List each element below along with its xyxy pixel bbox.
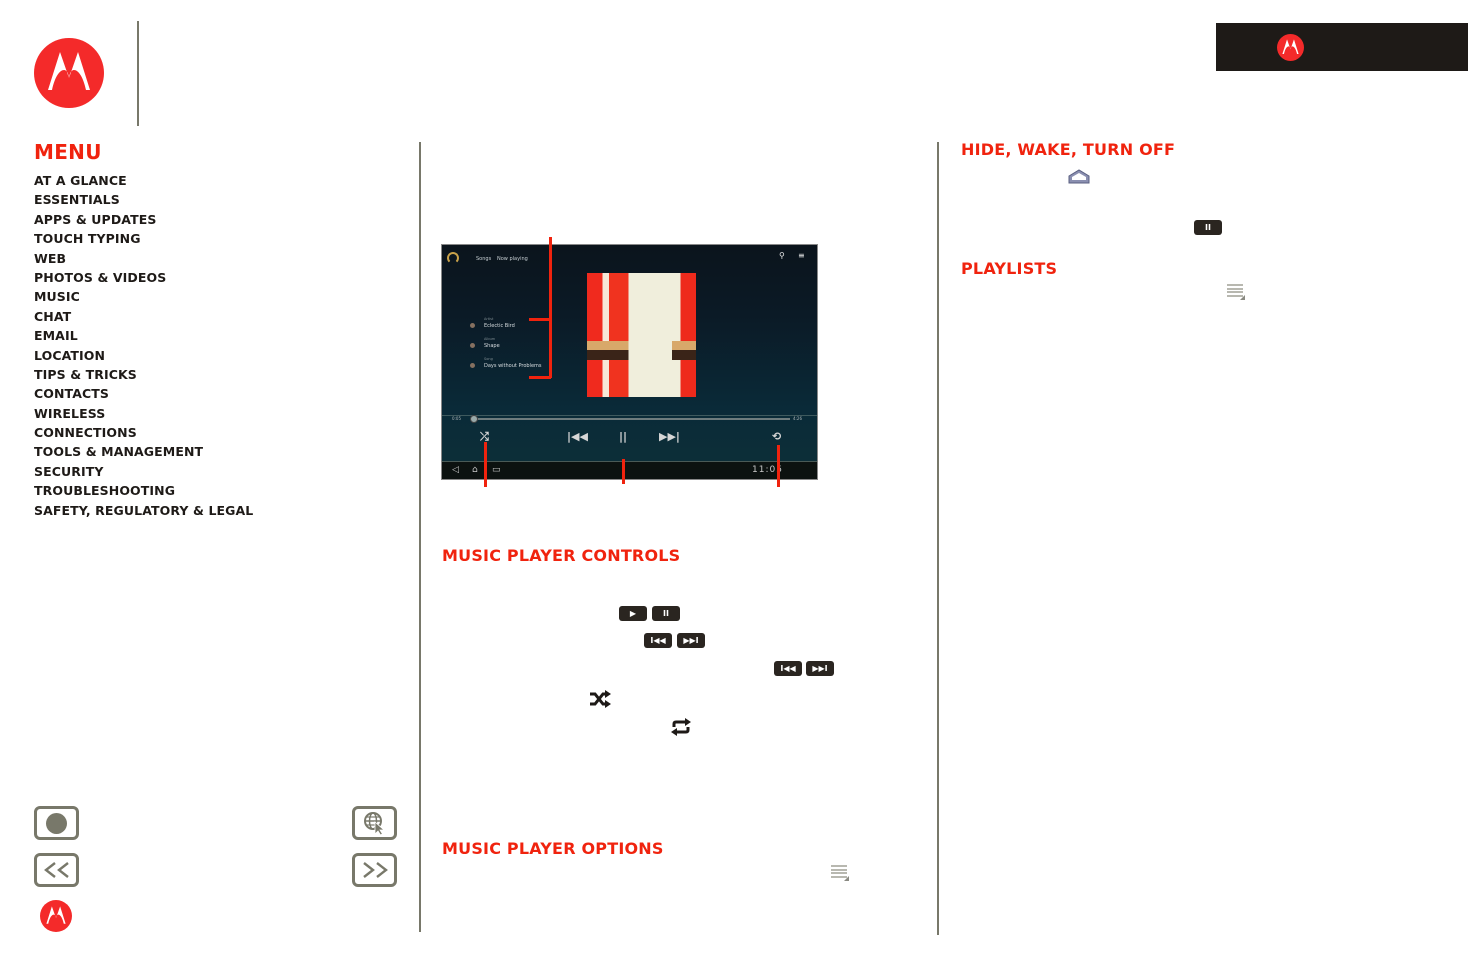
track-song: Song Days without Problems — [470, 357, 542, 369]
device-back-icon: ◁ — [452, 465, 459, 475]
menu-item-wireless[interactable]: WIRELESS — [34, 405, 253, 424]
menu-list: AT A GLANCE ESSENTIALS APPS & UPDATES TO… — [34, 172, 253, 521]
menu-item-at-a-glance[interactable]: AT A GLANCE — [34, 172, 253, 191]
menu-item-chat[interactable]: CHAT — [34, 308, 253, 327]
song-icon — [470, 363, 475, 368]
tab-songs: Songs — [476, 256, 492, 262]
pause-button-icon: II — [1194, 220, 1222, 235]
track-title: Shape — [484, 343, 500, 349]
double-chevron-left-icon — [43, 862, 69, 878]
menu-item-location[interactable]: LOCATION — [34, 347, 253, 366]
section-title-controls: MUSIC PLAYER CONTROLS — [442, 546, 681, 565]
menu-item-tips-tricks[interactable]: TIPS & TRICKS — [34, 366, 253, 385]
seek-divider — [442, 415, 817, 416]
menu-item-essentials[interactable]: ESSENTIALS — [34, 191, 253, 210]
track-album: Album Shape — [470, 337, 500, 349]
record-icon — [46, 812, 67, 834]
pause-icon: || — [619, 430, 628, 443]
device-recent-apps-icon: ▭ — [492, 465, 501, 475]
callout-line-repeat — [777, 445, 780, 487]
next-button-icon: ▶▶I — [677, 633, 705, 648]
callout-line-shuffle — [484, 442, 487, 487]
motorola-m-icon — [48, 52, 90, 90]
next-button-icon: ▶▶I — [806, 661, 834, 676]
record-button[interactable] — [34, 806, 79, 840]
music-player-screenshot: Songs Now playing ⚲ ≡ Artist Eclectic Bi… — [441, 244, 818, 480]
web-support-button[interactable] — [352, 806, 397, 840]
headphones-icon — [447, 252, 459, 264]
menu-item-connections[interactable]: CONNECTIONS — [34, 424, 253, 443]
header-divider — [137, 21, 139, 126]
menu-item-tools-management[interactable]: TOOLS & MANAGEMENT — [34, 443, 253, 462]
callout-line-nav — [622, 459, 625, 484]
repeat-icon — [671, 718, 691, 736]
menu-item-touch-typing[interactable]: TOUCH TYPING — [34, 230, 253, 249]
track-title: Eclectic Bird — [484, 323, 515, 329]
section-title-hide-wake: HIDE, WAKE, TURN OFF — [961, 140, 1176, 159]
column-divider-left — [419, 142, 421, 932]
track-artist: Artist Eclectic Bird — [470, 317, 515, 329]
pause-button-icon: II — [652, 606, 680, 621]
menu-item-safety-regulatory-legal[interactable]: SAFETY, REGULATORY & LEGAL — [34, 502, 253, 521]
callout-line-tracks — [549, 237, 552, 378]
previous-icon: |◀◀ — [567, 430, 588, 443]
track-title: Days without Problems — [484, 363, 542, 369]
album-art — [587, 273, 696, 397]
menu-item-music[interactable]: MUSIC — [34, 288, 253, 307]
list-icon: ≡ — [798, 251, 805, 260]
device-nav-bar: ◁ ⌂ ▭ 11:05 — [442, 461, 817, 479]
search-icon: ⚲ — [779, 251, 785, 260]
globe-cursor-icon — [363, 812, 385, 835]
menu-item-web[interactable]: WEB — [34, 250, 253, 269]
menu-item-contacts[interactable]: CONTACTS — [34, 385, 253, 404]
track-label: Artist — [484, 317, 494, 321]
double-chevron-right-icon — [362, 862, 388, 878]
track-label: Album — [484, 337, 496, 341]
previous-button-icon: I◀◀ — [774, 661, 802, 676]
motorola-logo — [34, 38, 104, 108]
forward-button[interactable] — [352, 853, 397, 887]
device-home-icon: ⌂ — [472, 465, 478, 475]
menu-icon — [831, 865, 849, 881]
column-divider-right — [937, 142, 939, 935]
seek-bar — [470, 418, 790, 420]
track-label: Song — [484, 357, 493, 361]
previous-button-icon: I◀◀ — [644, 633, 672, 648]
top-bar — [1216, 23, 1468, 71]
artist-icon — [470, 323, 475, 328]
motorola-logo-footer — [40, 900, 72, 932]
tab-now-playing: Now playing — [497, 256, 528, 262]
seek-knob — [470, 415, 478, 423]
repeat-icon: ⟲ — [772, 430, 782, 443]
time-total: 4:26 — [793, 416, 802, 421]
menu-item-photos-videos[interactable]: PHOTOS & VIDEOS — [34, 269, 253, 288]
section-title-options: MUSIC PLAYER OPTIONS — [442, 839, 664, 858]
home-icon — [1068, 169, 1090, 184]
album-icon — [470, 343, 475, 348]
section-title-playlists: PLAYLISTS — [961, 259, 1058, 278]
motorola-m-icon — [1282, 39, 1299, 55]
menu-item-email[interactable]: EMAIL — [34, 327, 253, 346]
time-elapsed: 0:05 — [452, 416, 461, 421]
menu-item-apps-updates[interactable]: APPS & UPDATES — [34, 211, 253, 230]
shuffle-icon — [590, 690, 611, 708]
play-button-icon: ▶ — [619, 606, 647, 621]
next-icon: ▶▶| — [659, 430, 680, 443]
menu-title: MENU — [34, 140, 102, 164]
back-button[interactable] — [34, 853, 79, 887]
motorola-m-icon — [46, 906, 66, 924]
menu-item-troubleshooting[interactable]: TROUBLESHOOTING — [34, 482, 253, 501]
motorola-logo-small — [1277, 34, 1304, 61]
callout-tick — [529, 318, 551, 321]
callout-tick — [529, 376, 551, 379]
menu-item-security[interactable]: SECURITY — [34, 463, 253, 482]
menu-icon — [1227, 284, 1245, 300]
